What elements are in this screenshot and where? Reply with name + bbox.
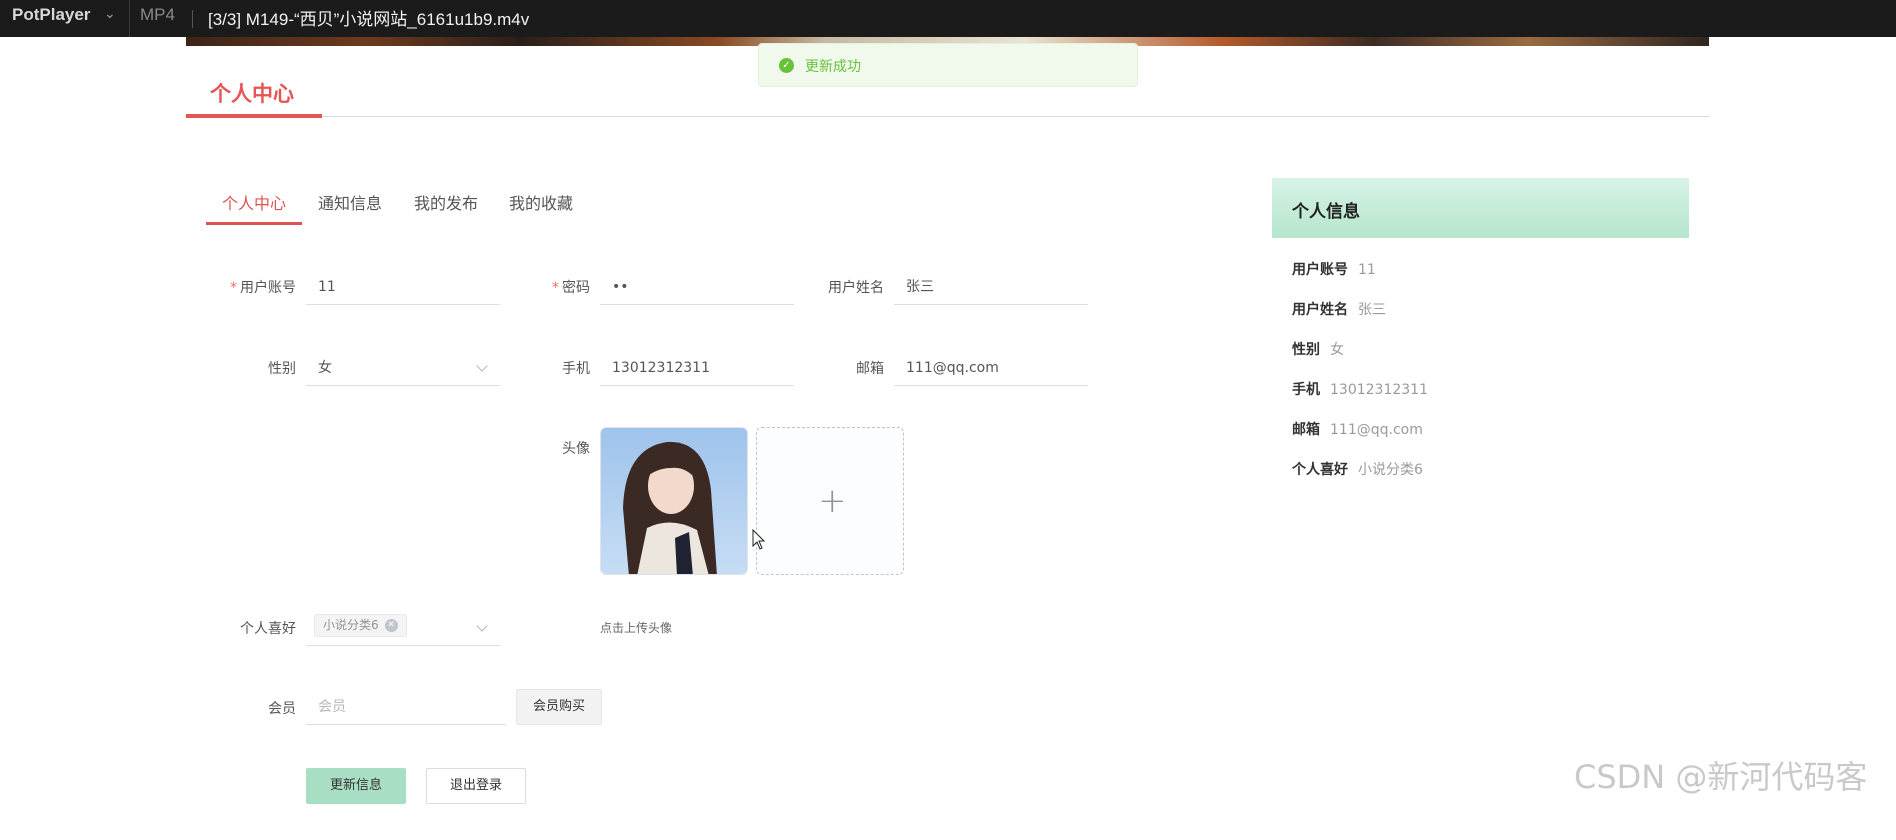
divider [129,0,130,37]
phone-input[interactable]: 13012312311 [600,350,794,386]
player-titlebar: PotPlayer ⌄ MP4 [3/3] M149-“西贝”小说网站_6161… [0,0,1896,37]
chevron-down-icon[interactable]: ⌄ [104,6,116,22]
upload-hint: 点击上传头像 [600,621,673,635]
name-input[interactable]: 张三 [894,269,1088,305]
toast-message: 更新成功 [805,59,861,75]
info-row: 个人喜好 小说分类6 [1292,462,1423,478]
avatar-photo [601,428,747,574]
hobby-tag-label: 小说分类6 [323,618,379,632]
update-info-button[interactable]: 更新信息 [306,768,406,804]
mouse-cursor-icon [752,529,766,550]
logout-button[interactable]: 退出登录 [426,768,526,804]
page-title-underline [186,114,322,118]
info-row: 性别女 [1292,342,1344,358]
tab-notifications[interactable]: 通知信息 [318,190,382,214]
hobby-tag: 小说分类6 ✕ [314,614,407,637]
info-row: 用户姓名 张三 [1292,302,1386,318]
info-row: 用户账号 11 [1292,262,1376,278]
password-input[interactable]: •• [600,269,794,305]
tab-personal-center[interactable]: 个人中心 [222,190,286,214]
app-name[interactable]: PotPlayer [12,5,90,25]
gender-label: 性别 [268,361,296,377]
success-toast: ✓ 更新成功 [758,43,1138,87]
member-input[interactable]: 会员 [306,689,506,725]
info-card-header: 个人信息 [1272,178,1689,238]
plus-icon: + [818,481,847,521]
account-label: * 用户账号 [230,280,296,296]
hobby-label: 个人喜好 [240,621,296,637]
watermark: CSDN @新河代码客 [1574,758,1868,796]
format-label: MP4 [140,5,175,24]
page-title: 个人中心 [210,82,294,106]
file-title: [3/3] M149-“西贝”小说网站_6161u1b9.m4v [208,10,530,29]
divider [192,10,193,28]
info-row: 手机 13012312311 [1292,382,1428,398]
avatar-label: 头像 [562,441,590,457]
info-card-title: 个人信息 [1292,202,1360,222]
password-label: * 密码 [552,280,590,296]
info-row: 邮箱 111@qq.com [1292,422,1423,438]
member-buy-button[interactable]: 会员购买 [516,689,602,725]
name-label: 用户姓名 [828,280,884,296]
avatar-image[interactable] [600,427,748,575]
tab-my-posts[interactable]: 我的发布 [414,190,478,214]
active-tab-indicator [206,222,302,225]
close-icon[interactable]: ✕ [384,619,398,632]
account-input[interactable]: 11 [306,269,500,305]
email-input[interactable]: 111@qq.com [894,350,1088,386]
check-circle-icon: ✓ [779,58,794,73]
gender-select[interactable]: 女 [306,350,500,386]
member-label: 会员 [268,701,296,717]
phone-label: 手机 [562,361,590,377]
tab-my-favorites[interactable]: 我的收藏 [509,190,573,214]
avatar-upload-box[interactable]: + [756,427,904,575]
divider [186,116,1709,117]
email-label: 邮箱 [856,361,884,377]
